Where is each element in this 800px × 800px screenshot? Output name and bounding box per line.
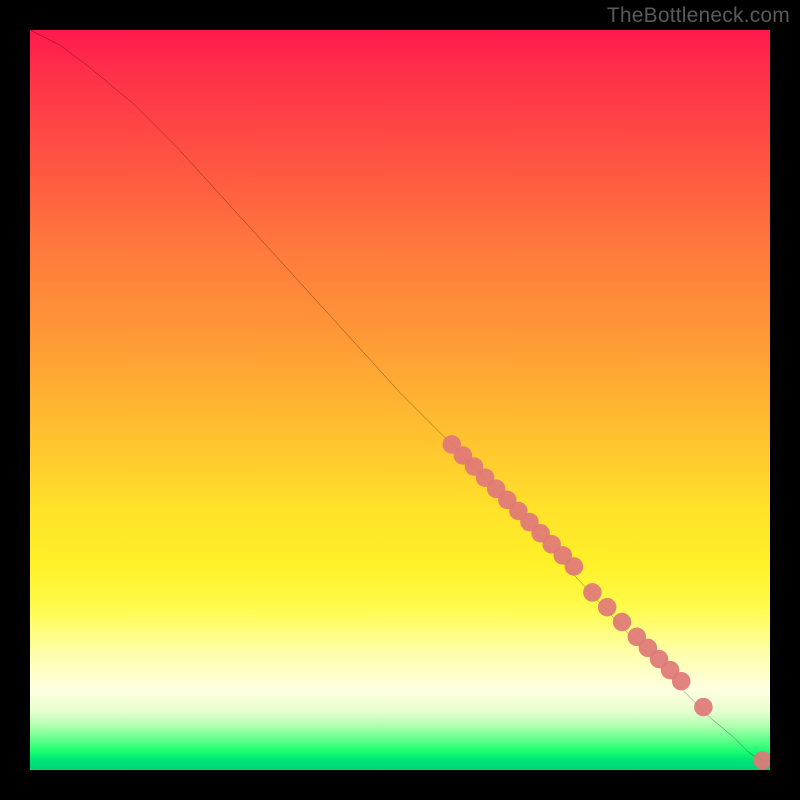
scatter-point [583,583,602,602]
scatter-point [753,751,770,770]
scatter-point [598,598,617,617]
scatter-point [672,672,691,691]
watermark-text: TheBottleneck.com [607,4,790,28]
scatter-markers [443,435,770,769]
scatter-point [613,613,632,632]
scatter-point [694,698,713,717]
chart-frame: TheBottleneck.com [0,0,800,800]
chart-svg [30,30,770,770]
scatter-point [565,557,584,576]
plot-area [30,30,770,770]
